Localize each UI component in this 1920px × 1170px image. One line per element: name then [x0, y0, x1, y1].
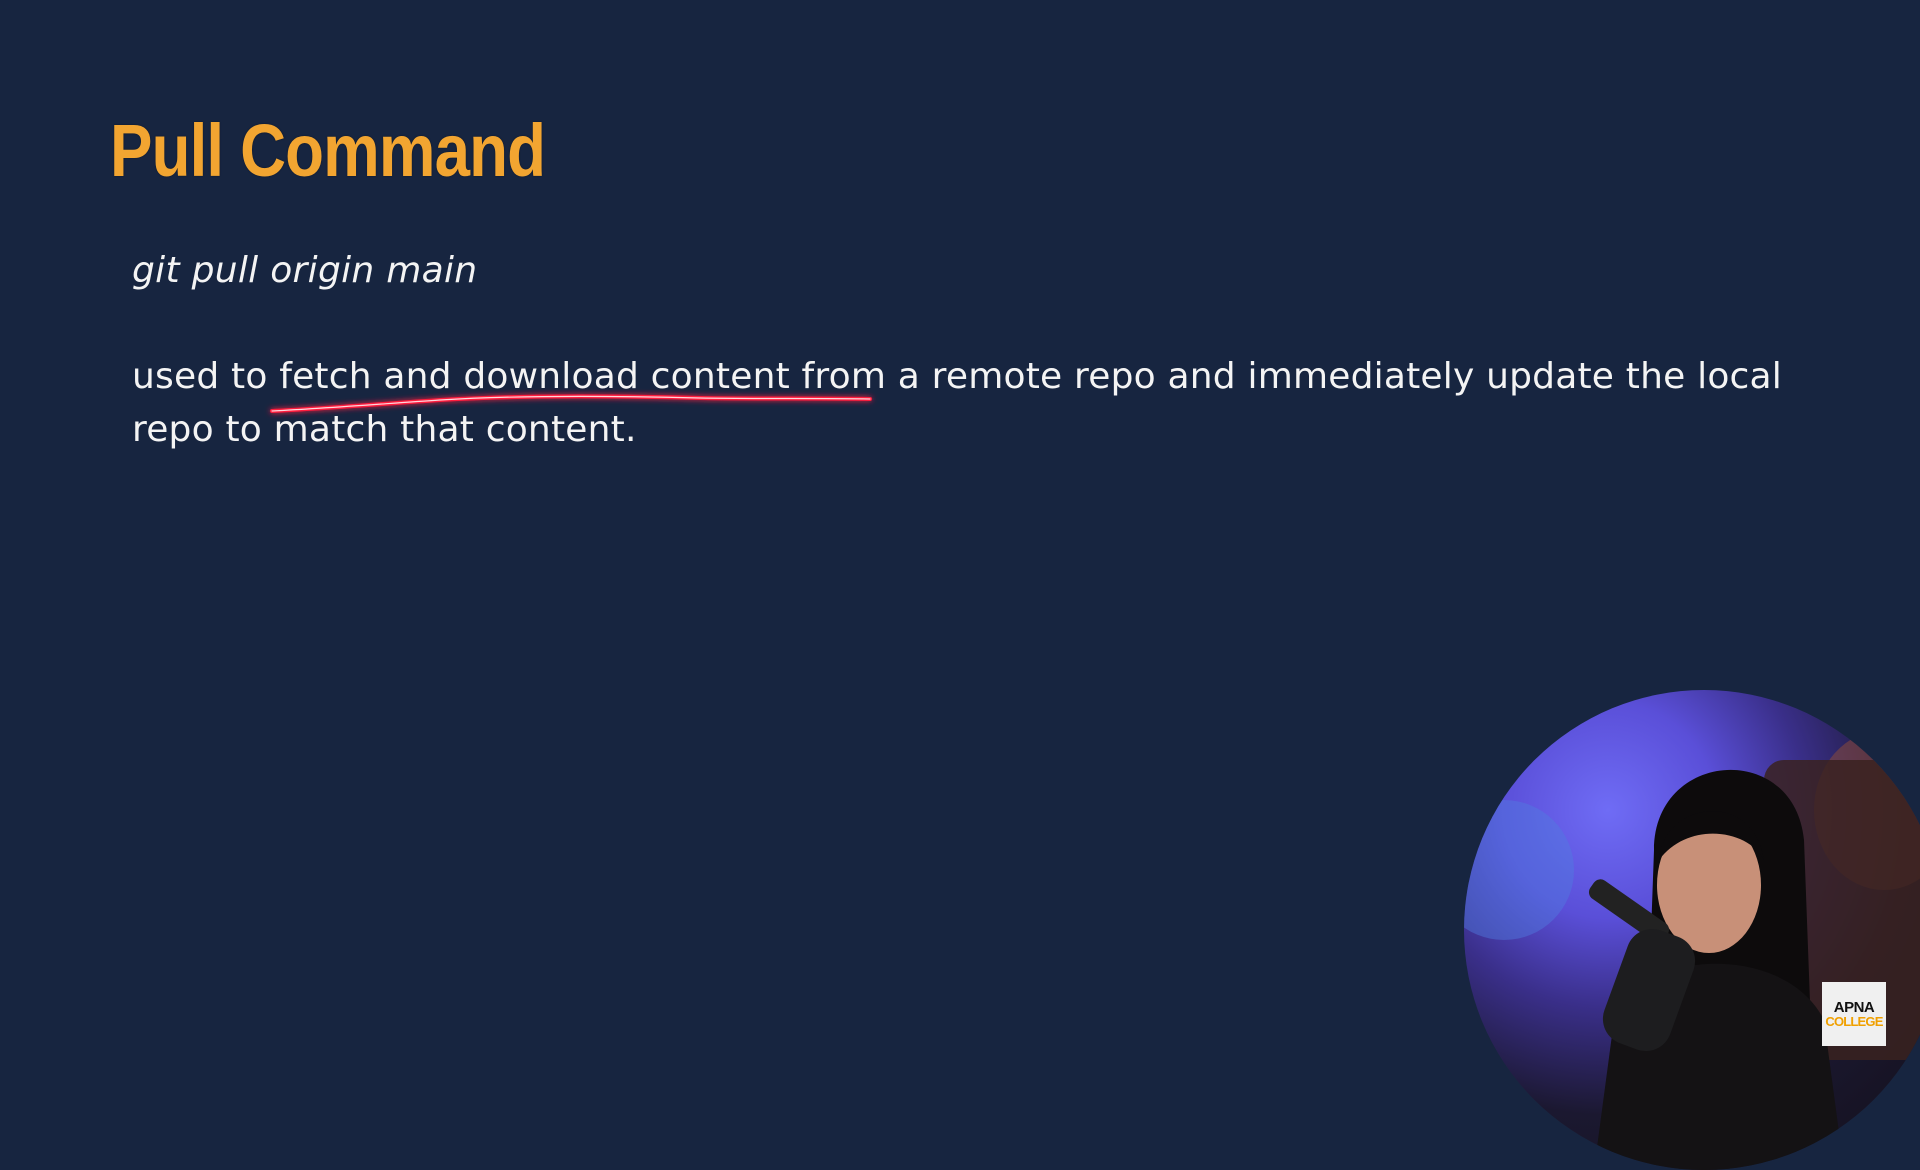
logo-line2: COLLEGE	[1825, 1014, 1883, 1029]
apna-college-logo: APNA COLLEGE	[1822, 982, 1886, 1046]
slide-title: Pull Command	[110, 109, 546, 192]
presenter-webcam	[1464, 690, 1920, 1170]
description-text: used to fetch and download content from …	[132, 356, 1782, 450]
logo-line1: APNA	[1833, 999, 1875, 1016]
presenter-video-icon	[1464, 730, 1920, 1170]
command-text: git pull origin main	[132, 250, 478, 291]
